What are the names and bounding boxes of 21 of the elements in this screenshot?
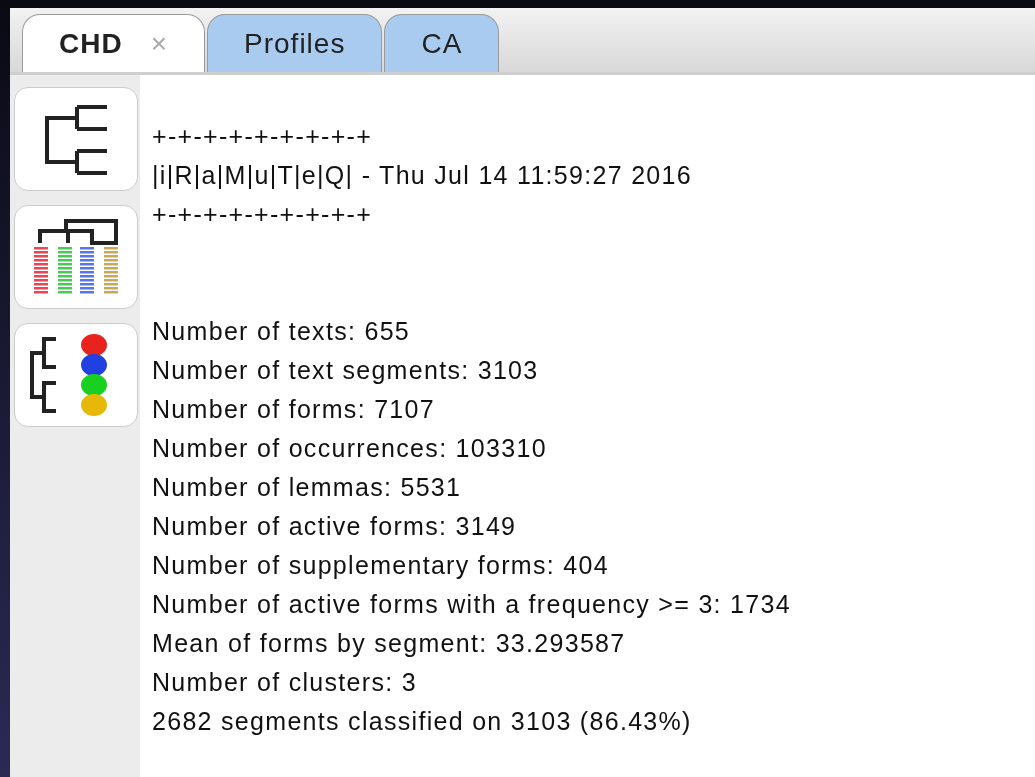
title-line: |i|R|a|M|u|T|e|Q| - Thu Jul 14 11:59:27 2016 [152, 160, 693, 191]
dendrogram-button[interactable] [14, 87, 138, 191]
tab-label: CHD [59, 26, 123, 61]
stat-line: Number of active forms with a frequency >= 3: 1734 [152, 589, 791, 620]
stat-line: Mean of forms by segment: 33.293587 [152, 628, 627, 659]
tab[interactable]: CA [384, 14, 500, 72]
separator-line: +-+-+-+-+-+-+-+-+ [152, 199, 374, 230]
stat-line: Number of texts: 655 [152, 316, 412, 347]
tab[interactable]: Profiles [207, 14, 383, 72]
stat-line: Number of text segments: 3103 [152, 355, 540, 386]
stat-line: Number of occurrences: 103310 [152, 433, 548, 464]
stat-line: Number of supplementary forms: 404 [152, 550, 610, 581]
stat-line: Number of clusters: 3 [152, 667, 418, 698]
cluster-dots-button[interactable] [14, 323, 138, 427]
stat-line: Number of lemmas: 5531 [152, 472, 463, 503]
stat-line: 2682 segments classified on 3103 (86.43%) [152, 706, 693, 737]
cluster-bars-button[interactable] [14, 205, 138, 309]
stat-line: Number of active forms: 3149 [152, 511, 518, 542]
stat-line: Number of forms: 7107 [152, 394, 436, 425]
separator-line: +-+-+-+-+-+-+-+-+ [152, 121, 374, 152]
tab[interactable]: CHD × [22, 14, 206, 72]
